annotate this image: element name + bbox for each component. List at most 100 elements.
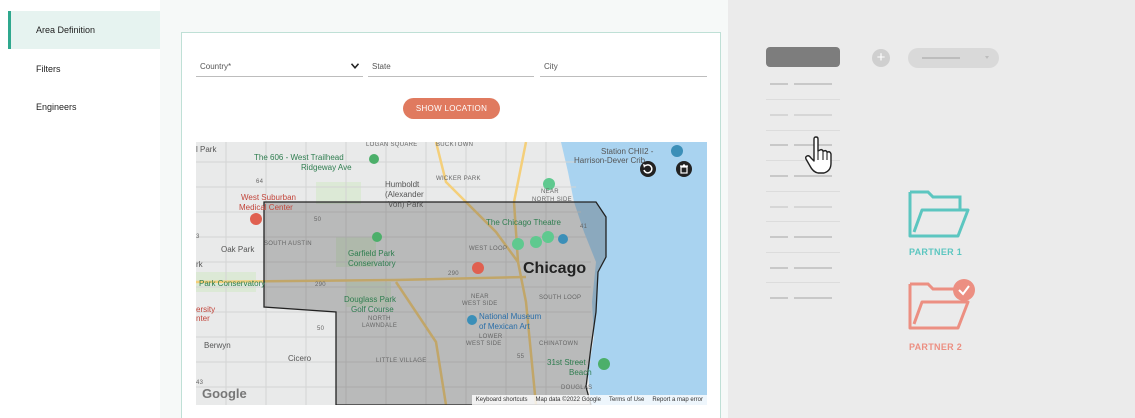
country-placeholder: Country* <box>200 62 232 71</box>
placeholder-row <box>770 206 840 208</box>
map-label: SOUTH LOOP <box>539 295 582 301</box>
state-input[interactable]: State <box>368 59 534 77</box>
map-label: Harrison-Dever Crib <box>574 156 646 165</box>
map-label: West Suburban <box>241 193 296 202</box>
divider <box>766 130 840 131</box>
map-data-text: Map data ©2022 Google <box>535 397 601 403</box>
placeholder-dropdown <box>908 48 999 68</box>
placeholder-button <box>766 47 840 67</box>
map-label: LOGAN SQUARE <box>366 142 418 148</box>
map-label: LOWER <box>479 334 503 340</box>
map[interactable]: l Park The 606 - West Trailhead Ridgeway… <box>196 142 707 405</box>
route-shield: 290 <box>315 282 326 288</box>
map-label: NORTH <box>368 316 391 322</box>
map-label: BUCKTOWN <box>436 142 474 148</box>
city-input[interactable]: City <box>540 59 707 77</box>
map-label: WEST SIDE <box>466 341 502 347</box>
map-label: (Alexander <box>385 190 424 199</box>
map-label: Oak Park <box>221 245 255 254</box>
map-label: rk <box>196 260 203 269</box>
keyboard-shortcuts-link[interactable]: Keyboard shortcuts <box>476 395 528 405</box>
map-attribution: Keyboard shortcuts Map data ©2022 Google… <box>471 395 707 405</box>
placeholder-row <box>770 297 840 299</box>
divider <box>766 99 840 100</box>
show-location-button[interactable]: SHOW LOCATION <box>403 98 500 119</box>
map-label: Von) Park <box>388 200 424 209</box>
map-label: Humboldt <box>385 180 420 189</box>
partner-1-label: PARTNER 1 <box>909 247 963 257</box>
sidebar-item-label: Engineers <box>36 102 77 112</box>
divider <box>766 252 840 253</box>
app-root: Area Definition Filters Engineers Countr… <box>0 0 1135 418</box>
map-label: of Mexican Art <box>479 322 530 331</box>
city-placeholder: City <box>544 62 558 71</box>
map-label: NEAR <box>471 294 489 300</box>
check-badge-icon <box>953 279 975 301</box>
park-area <box>316 182 361 204</box>
main-content: Country* State City SHOW LOCATION l Park… <box>160 0 728 418</box>
map-label: WEST LOOP <box>469 246 508 252</box>
map-label: Berwyn <box>204 341 231 350</box>
map-label: NORTH SIDE <box>532 197 572 203</box>
state-placeholder: State <box>372 62 391 71</box>
map-label: DOUGLAS <box>561 385 593 391</box>
undo-button[interactable] <box>640 161 656 177</box>
illustration-panel: + PARTNER 1 PARTNER 2 <box>728 0 1135 418</box>
map-label: WEST SIDE <box>462 301 498 307</box>
google-logo: Google <box>202 386 247 401</box>
placeholder-row <box>770 236 840 238</box>
map-label: The Chicago Theatre <box>486 218 562 227</box>
map-label-chicago: Chicago <box>523 260 587 277</box>
route-shield: 55 <box>517 354 525 360</box>
route-shield: 50 <box>314 217 322 223</box>
divider <box>766 191 840 192</box>
map-label: LITTLE VILLAGE <box>376 358 427 364</box>
divider <box>766 221 840 222</box>
route-shield: 3 <box>196 234 200 240</box>
trash-icon <box>680 164 688 174</box>
map-label: l Park <box>196 145 217 154</box>
chevron-down-icon <box>351 63 359 69</box>
map-label: 31st Street <box>547 358 586 367</box>
country-select[interactable]: Country* <box>196 59 363 77</box>
delete-button[interactable] <box>676 161 692 177</box>
partner-2-label: PARTNER 2 <box>909 342 963 352</box>
map-label: Golf Course <box>351 305 394 314</box>
map-label: National Museum <box>479 312 542 321</box>
map-label: WICKER PARK <box>436 176 481 182</box>
sidebar-item-engineers[interactable]: Engineers <box>8 88 160 126</box>
map-label: Park Conservatory <box>199 279 266 288</box>
route-shield: 290 <box>448 271 459 277</box>
plus-icon: + <box>872 49 890 67</box>
placeholder-row <box>770 267 840 269</box>
map-label: Medical Center <box>239 203 293 212</box>
terms-link[interactable]: Terms of Use <box>609 395 644 405</box>
placeholder-row <box>770 83 840 85</box>
sidebar: Area Definition Filters Engineers <box>0 0 160 418</box>
route-shield: 64 <box>256 179 264 185</box>
map-label: Ridgeway Ave <box>301 163 352 172</box>
map-label: LAWNDALE <box>362 323 398 329</box>
sidebar-item-label: Filters <box>36 64 61 74</box>
map-label: Cicero <box>288 354 312 363</box>
map-label: SOUTH AUSTIN <box>264 241 312 247</box>
map-label: Douglass Park <box>344 295 397 304</box>
area-polygon <box>263 201 607 405</box>
route-shield: 41 <box>580 224 588 230</box>
map-label: CHINATOWN <box>539 341 579 347</box>
hand-pointer-icon <box>804 136 832 174</box>
report-error-link[interactable]: Report a map error <box>652 395 703 405</box>
map-label: Station CHII2 - <box>601 147 654 156</box>
route-shield: 50 <box>317 326 325 332</box>
map-label: The 606 - West Trailhead <box>254 153 344 162</box>
map-label: NEAR <box>541 189 559 195</box>
sidebar-item-label: Area Definition <box>36 25 96 35</box>
sidebar-item-filters[interactable]: Filters <box>8 50 160 88</box>
map-label: ersity <box>196 305 216 314</box>
map-label: Garfield Park <box>348 249 395 258</box>
area-definition-card: Country* State City SHOW LOCATION l Park… <box>181 32 721 418</box>
sidebar-item-area-definition[interactable]: Area Definition <box>8 11 160 49</box>
map-label: Beach <box>569 368 592 377</box>
folder-icon-teal <box>908 190 970 238</box>
placeholder-row <box>770 114 840 116</box>
